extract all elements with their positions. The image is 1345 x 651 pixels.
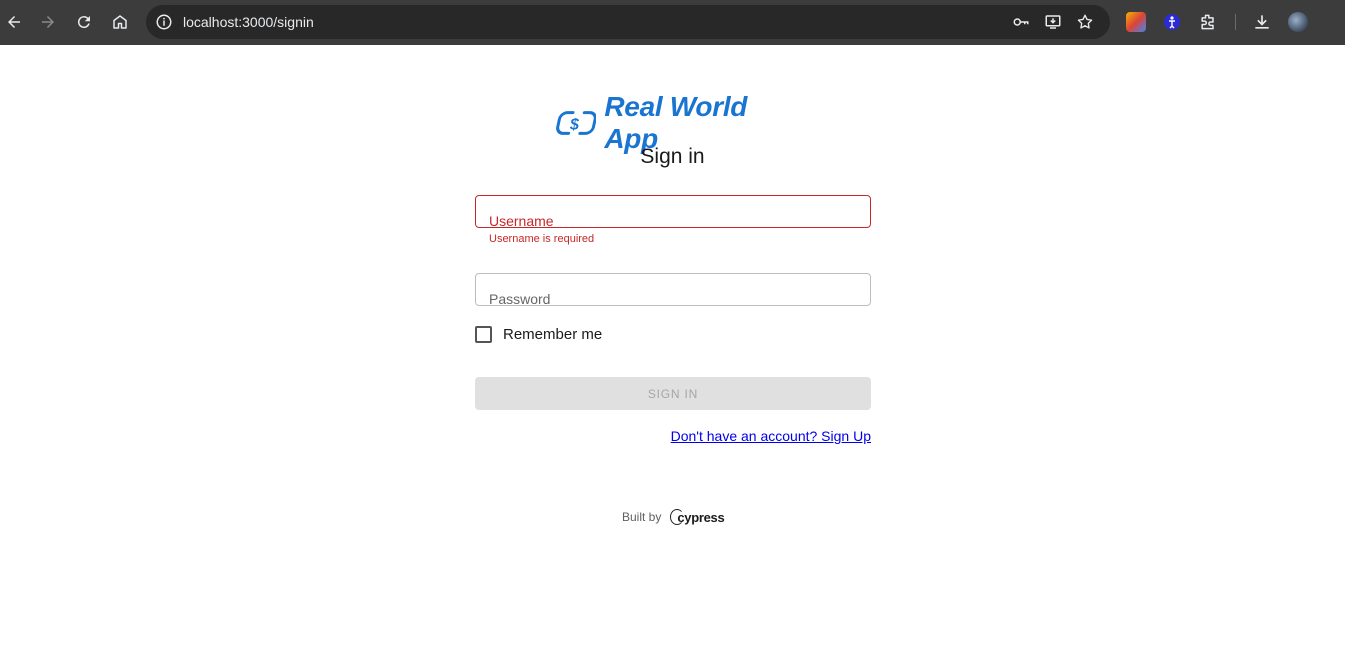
arrow-right-icon (42, 16, 54, 28)
signin-page: $ Real World App Sign in Username Userna… (0, 45, 1345, 651)
reload-button[interactable] (72, 10, 96, 34)
password-field[interactable]: Password (475, 273, 871, 307)
cypress-wordmark: cypress (677, 509, 725, 525)
download-icon[interactable] (1252, 12, 1272, 32)
forward-button[interactable] (36, 10, 60, 34)
home-icon (113, 15, 127, 29)
remember-me-row[interactable]: Remember me (475, 324, 602, 344)
extension-accessibility-icon[interactable] (1162, 12, 1182, 32)
reload-icon (77, 16, 90, 29)
username-input[interactable] (476, 196, 870, 227)
address-bar[interactable]: localhost:3000/signin (146, 5, 1110, 39)
url-text: localhost:3000/signin (183, 14, 314, 30)
home-button[interactable] (108, 10, 132, 34)
key-icon[interactable] (1012, 13, 1030, 31)
svg-text:$: $ (569, 117, 580, 134)
money-transfer-icon: $ (556, 111, 597, 135)
extensions-puzzle-icon[interactable] (1198, 12, 1218, 32)
cypress-logo[interactable]: cypress (670, 509, 725, 525)
bookmark-star-icon[interactable] (1076, 13, 1094, 31)
back-button[interactable] (2, 10, 26, 34)
remember-me-checkbox[interactable] (475, 325, 492, 343)
arrow-left-icon (8, 16, 20, 28)
remember-me-label[interactable]: Remember me (503, 326, 602, 343)
built-by-text: Built by (622, 510, 662, 524)
toolbar-separator (1235, 14, 1236, 30)
built-by-footer: Built by cypress (622, 509, 725, 525)
install-app-icon[interactable] (1044, 13, 1062, 31)
app-logo: $ Real World App (555, 91, 795, 154)
extension-color-icon[interactable] (1126, 12, 1146, 32)
username-field[interactable]: Username (475, 195, 871, 229)
info-icon[interactable] (155, 13, 173, 31)
password-input[interactable] (476, 274, 870, 305)
profile-avatar[interactable] (1288, 12, 1308, 32)
page-title: Sign in (640, 145, 705, 168)
signin-button[interactable]: SIGN IN (475, 377, 871, 410)
username-error-text: Username is required (489, 233, 595, 245)
browser-toolbar: localhost:3000/signin (0, 0, 1345, 45)
signup-link[interactable]: Don't have an account? Sign Up (671, 428, 871, 444)
